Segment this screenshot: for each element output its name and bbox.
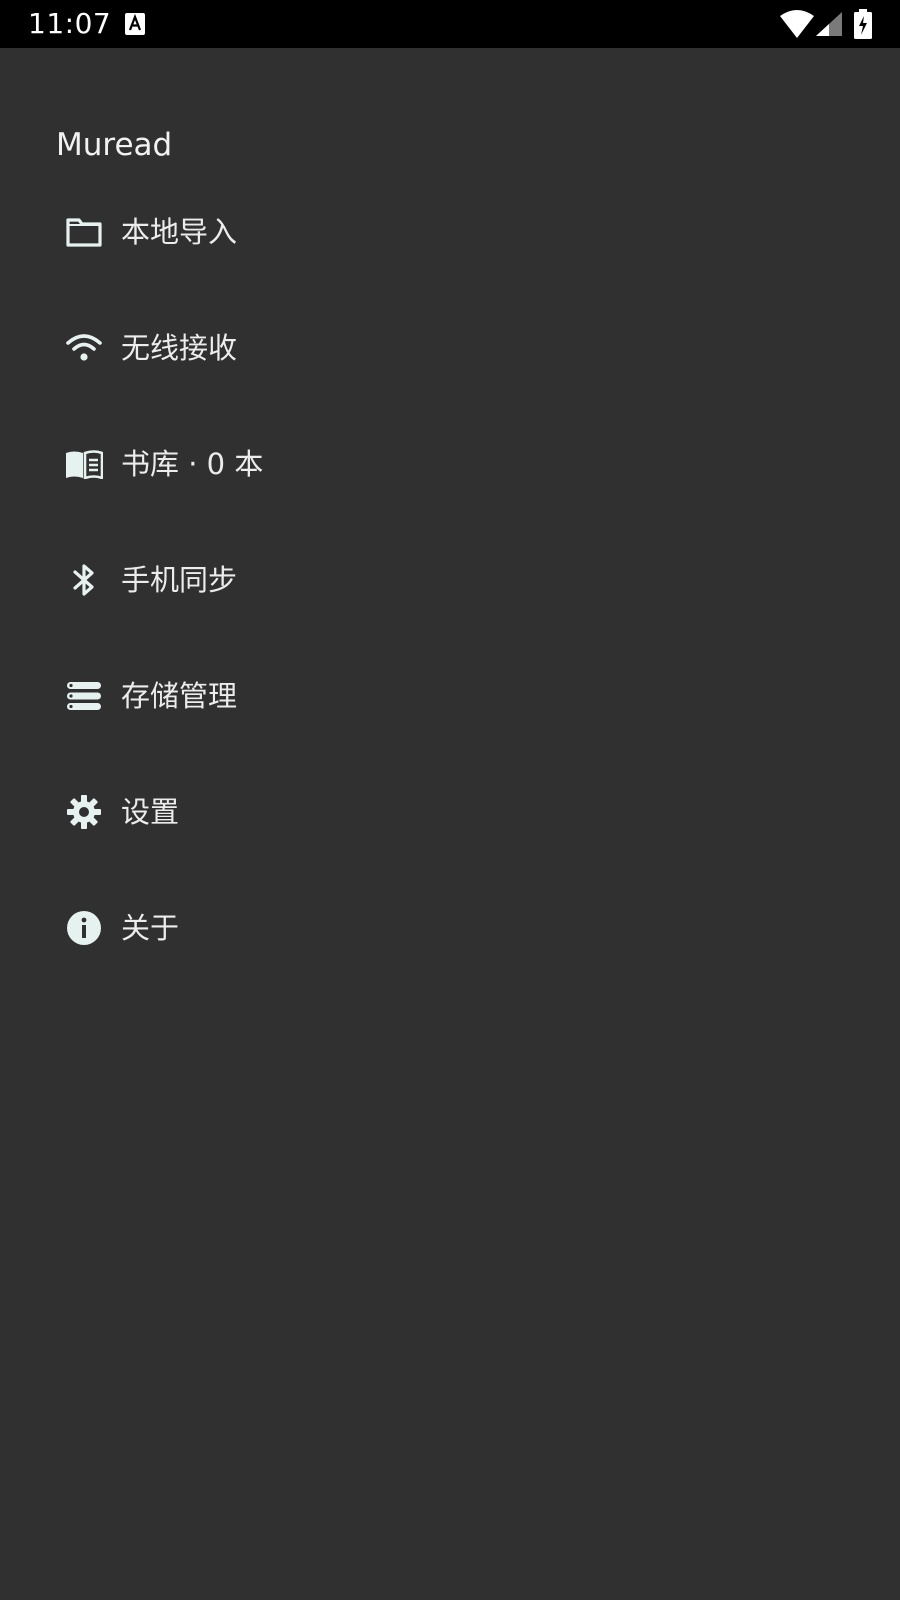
menu-item-label: 手机同步 — [121, 563, 238, 597]
menu-item-library[interactable]: 书库 · 0 本 — [0, 406, 900, 522]
drawer-menu: 本地导入 无线接收 书库 · 0 本 手机同步 存储管理 设置 关于 — [0, 174, 900, 986]
menu-item-label: 本地导入 — [121, 215, 238, 249]
a-notification-icon — [125, 13, 145, 35]
info-icon — [64, 908, 104, 948]
menu-item-label: 书库 · 0 本 — [121, 447, 264, 481]
menu-item-label: 关于 — [121, 911, 180, 945]
menu-item-about[interactable]: 关于 — [0, 870, 900, 986]
menu-item-phone-sync[interactable]: 手机同步 — [0, 522, 900, 638]
menu-item-label: 设置 — [121, 795, 180, 829]
battery-charging-icon — [854, 9, 872, 39]
signal-icon — [816, 12, 842, 36]
storage-icon — [64, 676, 104, 716]
navigation-drawer: Muread 本地导入 无线接收 书库 · 0 本 手机同步 存储管理 设置 关… — [0, 48, 900, 1600]
bluetooth-icon — [64, 560, 104, 600]
status-time: 11:07 — [28, 7, 112, 40]
wifi-icon — [64, 328, 104, 368]
app-title: Muread — [56, 127, 173, 163]
folder-icon — [64, 212, 104, 252]
menu-item-wireless-receive[interactable]: 无线接收 — [0, 290, 900, 406]
menu-item-settings[interactable]: 设置 — [0, 754, 900, 870]
wifi-icon — [780, 10, 814, 38]
gear-icon — [64, 792, 104, 832]
menu-item-local-import[interactable]: 本地导入 — [0, 174, 900, 290]
status-bar: 11:07 — [0, 0, 900, 48]
book-icon — [64, 444, 104, 484]
menu-item-storage-management[interactable]: 存储管理 — [0, 638, 900, 754]
menu-item-label: 存储管理 — [121, 679, 238, 713]
menu-item-label: 无线接收 — [121, 331, 238, 365]
